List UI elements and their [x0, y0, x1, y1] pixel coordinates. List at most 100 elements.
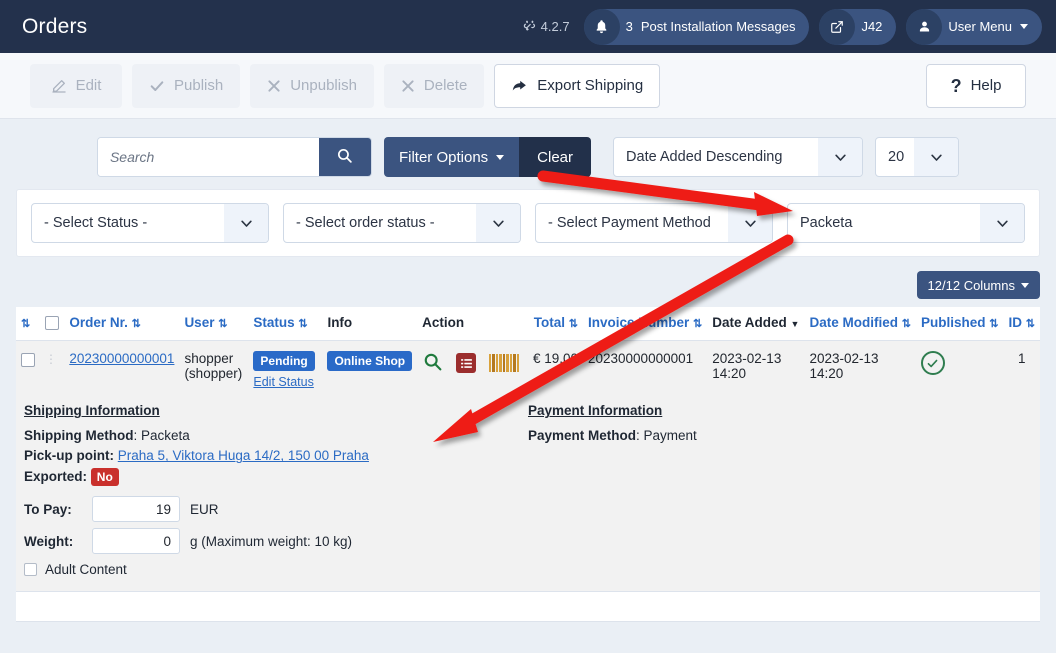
barcode-icon[interactable]: [489, 354, 520, 373]
col-ordering[interactable]: ⇅: [16, 307, 40, 342]
user-circle-icon: [906, 8, 943, 45]
to-pay-row: To Pay: EUR: [24, 496, 528, 523]
list-limit-select[interactable]: 20: [875, 137, 960, 177]
unpublish-button-label: Unpublish: [290, 77, 357, 94]
row-info-cell: Online Shop: [322, 340, 418, 400]
colon-separator: :: [133, 428, 141, 444]
filter-status-value: - Select Status -: [44, 215, 148, 231]
col-id[interactable]: ID ⇅: [1003, 307, 1040, 342]
chevron-down-icon: [728, 204, 772, 242]
joomla-logo-icon: [523, 19, 536, 35]
col-date-modified-label: Date Modified: [809, 315, 898, 331]
check-circle-icon[interactable]: [920, 351, 945, 376]
filter-options-label: Filter Options: [398, 148, 489, 166]
sort-arrows-icon: ⇅: [989, 318, 999, 331]
col-info: Info: [322, 307, 418, 342]
sort-order-value: Date Added Descending: [626, 149, 783, 165]
sort-order-select[interactable]: Date Added Descending: [613, 137, 864, 177]
sort-desc-icon: ▼: [790, 319, 800, 330]
publish-button[interactable]: Publish: [132, 63, 241, 108]
site-preview-label: J42: [861, 19, 883, 34]
chevron-down-icon: [818, 138, 863, 176]
col-order-nr[interactable]: Order Nr. ⇅: [64, 307, 180, 342]
colon-separator: :: [636, 428, 644, 444]
times-icon: [267, 79, 281, 93]
date-modified-time: 14:20: [809, 366, 844, 382]
col-id-label: ID: [1008, 315, 1022, 331]
col-date-modified[interactable]: Date Modified ⇅: [804, 307, 916, 342]
filter-select-payment-method[interactable]: - Select Payment Method: [535, 203, 773, 243]
caret-down-icon: [1021, 282, 1029, 288]
order-nr-link[interactable]: 20230000000001: [69, 351, 174, 366]
chevron-down-icon: [1020, 24, 1028, 29]
question-mark-icon: ?: [950, 75, 962, 96]
exported-row: Exported: No: [24, 468, 528, 487]
to-pay-input[interactable]: [92, 496, 180, 523]
search-submit-button[interactable]: [318, 138, 371, 176]
export-shipping-button[interactable]: Export Shipping: [494, 63, 661, 108]
search-icon[interactable]: [422, 351, 443, 375]
orders-table-head: ⇅ Order Nr. ⇅ User ⇅ Status ⇅ Info Actio…: [16, 307, 1040, 342]
filter-select-shipment-method[interactable]: Packeta: [787, 203, 1025, 243]
unpublish-button[interactable]: Unpublish: [250, 63, 374, 108]
orders-table: ⇅ Order Nr. ⇅ User ⇅ Status ⇅ Info Actio…: [16, 307, 1040, 592]
filter-options-button[interactable]: Filter Options: [383, 137, 520, 177]
col-select-all[interactable]: [40, 307, 65, 342]
pickup-point-link[interactable]: Praha 5, Viktora Huga 14/2, 150 00 Praha: [118, 448, 369, 463]
sort-arrows-icon: ⇅: [131, 318, 141, 331]
sort-arrows-icon: ⇅: [568, 318, 578, 331]
chevron-down-icon: [476, 204, 520, 242]
columns-toolbar: 12/12 Columns: [16, 271, 1040, 307]
col-published[interactable]: Published ⇅: [915, 307, 1004, 342]
select-all-checkbox[interactable]: [45, 316, 59, 331]
col-user[interactable]: User ⇅: [179, 307, 249, 342]
row-order-nr-cell[interactable]: 20230000000001: [64, 340, 180, 400]
shipping-information-heading: Shipping Information: [24, 403, 160, 419]
adult-content-label: Adult Content: [45, 562, 127, 578]
weight-label: Weight:: [24, 533, 74, 549]
payment-method-label: Payment Method: [528, 428, 637, 444]
filter-select-status[interactable]: - Select Status -: [31, 203, 269, 243]
export-shipping-label: Export Shipping: [537, 77, 644, 94]
col-total[interactable]: Total ⇅: [527, 307, 583, 342]
post-installation-messages-button[interactable]: 3 Post Installation Messages: [583, 8, 810, 45]
weight-input[interactable]: [92, 528, 180, 555]
search-input[interactable]: [97, 138, 319, 176]
info-badge: Online Shop: [327, 351, 413, 372]
edit-status-link[interactable]: Edit Status: [253, 375, 317, 389]
edit-button[interactable]: Edit: [30, 63, 122, 108]
order-id: 1: [1017, 351, 1026, 367]
filter-payment-method-value: - Select Payment Method: [548, 215, 711, 231]
search-box[interactable]: [96, 137, 372, 177]
table-footer-strip: [16, 591, 1040, 623]
col-status-label: Status: [253, 315, 295, 331]
site-preview-button[interactable]: J42: [819, 8, 897, 45]
user-menu-button[interactable]: User Menu: [906, 8, 1042, 45]
order-detail-panel: Shipping Information Shipping Method: Pa…: [16, 399, 1040, 577]
post-installation-messages-label: Post Installation Messages: [640, 19, 796, 34]
col-date-added[interactable]: Date Added ▼: [707, 307, 805, 342]
clear-filters-button[interactable]: Clear: [519, 137, 592, 177]
date-modified-date: 2023-02-13: [809, 351, 879, 367]
columns-dropdown-button[interactable]: 12/12 Columns: [916, 271, 1040, 299]
delete-button[interactable]: Delete: [383, 63, 485, 108]
order-list-icon[interactable]: [456, 353, 477, 374]
main-content: Filter Options Clear Date Added Descendi…: [0, 119, 1056, 623]
row-date-added-cell: 2023-02-13 14:20: [707, 340, 805, 400]
pencil-square-icon: [51, 78, 67, 94]
help-button[interactable]: ? Help: [926, 63, 1026, 108]
col-status[interactable]: Status ⇅: [248, 307, 323, 342]
action-toolbar: Edit Publish Unpublish Delete Export Shi…: [0, 53, 1056, 119]
status-badge: Pending: [253, 351, 315, 372]
adult-content-row[interactable]: Adult Content: [24, 562, 528, 577]
col-invoice-number[interactable]: Invoice Number ⇅: [583, 307, 708, 342]
check-icon: [149, 78, 165, 94]
row-select-checkbox[interactable]: [21, 352, 35, 367]
row-action-cell: [417, 340, 528, 400]
adult-content-checkbox[interactable]: [24, 563, 37, 577]
row-checkbox-cell[interactable]: [16, 340, 40, 400]
row-published-cell[interactable]: [915, 340, 1004, 400]
drag-handle-icon[interactable]: ⋮: [45, 352, 57, 366]
filter-select-order-status[interactable]: - Select order status -: [283, 203, 521, 243]
page-title: Orders: [22, 14, 88, 38]
